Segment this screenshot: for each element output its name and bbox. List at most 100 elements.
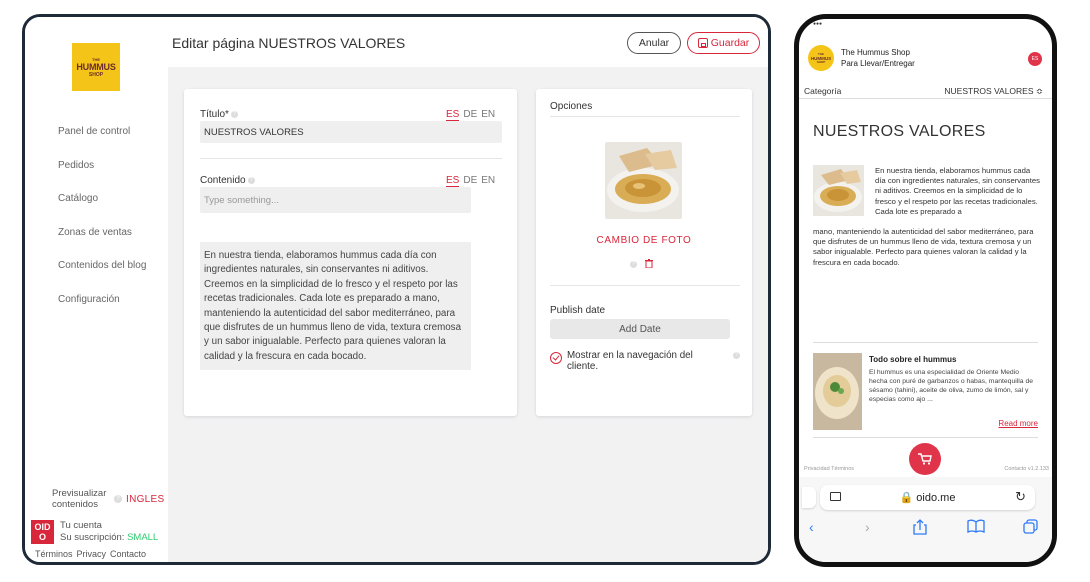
logo-text: HUMMUS [76, 61, 116, 72]
options-card: Opciones CAMBIO DE FOTO ? Publish date A… [536, 89, 752, 416]
divider [813, 342, 1038, 343]
preview-content-row: Previsualizar contenidos ? INGLES [25, 486, 168, 512]
url-text[interactable]: 🔒 oido.me [820, 491, 1035, 504]
topbar: Editar página NUESTROS VALORES Anular Gu… [168, 17, 768, 67]
title-label-text: Título* [200, 109, 229, 120]
page-title: Editar página NUESTROS VALORES [172, 35, 406, 51]
lang-tab-en[interactable]: EN [481, 175, 495, 187]
save-button[interactable]: Guardar [687, 32, 760, 54]
blog-excerpt: El hummus es una especialidad de Oriente… [869, 369, 1033, 403]
category-select[interactable]: NUESTROS VALORES ≎ [944, 86, 1043, 97]
cart-icon [918, 453, 932, 465]
divider [200, 158, 502, 159]
browser-chrome: 🔒 oido.me ↻ ‹ › [799, 477, 1052, 565]
contact-link[interactable]: Contacto [110, 549, 146, 559]
shop-logo[interactable]: THE HUMMUS SHOP [808, 45, 834, 71]
content-field-label: Contenido? [200, 175, 255, 186]
content-body[interactable]: En nuestra tienda, elaboramos hummus cad… [200, 242, 471, 370]
help-icon[interactable]: ? [733, 352, 740, 359]
trash-icon[interactable] [645, 259, 653, 270]
shop-header: THE HUMMUS SHOP The Hummus Shop Para Lle… [799, 42, 1052, 76]
sidebar-item-dashboard[interactable]: Panel de control [58, 125, 146, 159]
preview-language-select[interactable]: INGLES [126, 494, 164, 505]
sidebar-item-blog[interactable]: Contenidos del blog [58, 259, 146, 293]
forward-icon[interactable]: › [865, 519, 870, 535]
logo-text: SHOP [816, 59, 826, 64]
preview-text-bottom: mano, manteniendo la autenticidad del sa… [813, 227, 1034, 267]
divider [550, 285, 740, 286]
privacy-link[interactable]: Privacy [77, 549, 107, 559]
shop-logo[interactable]: THE HUMMUS SHOP [72, 43, 120, 91]
terms-link[interactable]: Términos [35, 549, 73, 559]
show-in-nav-toggle[interactable]: Mostrar en la navegación del cliente. ? [550, 350, 740, 372]
sidebar-item-catalog[interactable]: Catálogo [58, 192, 146, 226]
content-editor-toolbar[interactable]: Type something... [200, 187, 471, 213]
sidebar-item-orders[interactable]: Pedidos [58, 159, 146, 193]
preview-text-top: En nuestra tienda, elaboramos hummus cad… [875, 166, 1040, 216]
sidebar-item-settings[interactable]: Configuración [58, 293, 146, 327]
cart-button[interactable] [909, 443, 941, 475]
hummus-photo [813, 165, 864, 216]
subscription-plan[interactable]: SMALL [127, 532, 158, 543]
shop-subtitle: Para Llevar/Entregar [841, 59, 915, 68]
cancel-button[interactable]: Anular [627, 32, 681, 54]
footer-right-links[interactable]: Contacto v1.2.133 [1004, 466, 1049, 472]
photo-actions: ? [628, 259, 653, 270]
account-text: Tu cuenta Su suscripción: SMALL [60, 520, 158, 543]
subscription-label: Su suscripción: [60, 531, 125, 543]
sidebar-footer: Previsualizar contenidos ? INGLES OID O T… [25, 486, 168, 562]
save-icon [697, 38, 708, 48]
help-icon[interactable]: ? [230, 110, 238, 118]
help-icon[interactable]: ? [247, 176, 255, 184]
content-label-text: Contenido [200, 175, 246, 186]
shop-name: The Hummus Shop Para Llevar/Entregar [841, 47, 915, 69]
preview-page-title: NUESTROS VALORES [813, 123, 986, 140]
category-label: Categoría [804, 86, 842, 96]
blog-photo[interactable] [813, 353, 862, 430]
help-icon[interactable]: ? [630, 261, 637, 268]
main-panel: Editar página NUESTROS VALORES Anular Gu… [168, 17, 768, 562]
blog-title[interactable]: Todo sobre el hummus [869, 355, 956, 364]
category-bar[interactable]: Categoría NUESTROS VALORES ≎ [799, 83, 1052, 99]
content-area: Título*? ES DE EN NUESTROS VALORES Conte… [168, 67, 768, 562]
logo-text: SHOP [88, 71, 104, 78]
lang-tab-de[interactable]: DE [463, 175, 477, 187]
language-badge[interactable]: ES [1028, 52, 1042, 66]
change-photo-button[interactable]: CAMBIO DE FOTO [536, 235, 752, 246]
tabs-icon[interactable] [1023, 519, 1038, 537]
title-input[interactable]: NUESTROS VALORES [200, 121, 502, 143]
bookmarks-icon[interactable] [967, 519, 985, 536]
account-link[interactable]: Tu cuenta [60, 520, 158, 532]
preview-label: Previsualizar contenidos [52, 488, 107, 510]
back-icon[interactable]: ‹ [809, 519, 814, 535]
check-circle-icon[interactable] [550, 352, 562, 364]
add-date-button[interactable]: Add Date [550, 319, 730, 339]
title-field-label: Título*? [200, 109, 238, 120]
lang-tab-de[interactable]: DE [463, 109, 477, 121]
home-indicator [878, 562, 974, 565]
shop-title: The Hummus Shop [841, 48, 910, 57]
publish-date-label: Publish date [550, 305, 606, 316]
lang-tab-es[interactable]: ES [446, 109, 460, 121]
address-bar[interactable]: 🔒 oido.me ↻ [802, 485, 1035, 510]
sidebar-nav: Panel de control Pedidos Catálogo Zonas … [58, 125, 146, 326]
show-in-nav-label: Mostrar en la navegación del cliente. [567, 350, 693, 372]
hummus-photo[interactable] [605, 142, 682, 219]
footer-left-links[interactable]: Privacidad Términos [804, 466, 854, 472]
browser-toolbar: ‹ › [799, 519, 1052, 539]
content-lang-tabs: ES DE EN [446, 175, 495, 187]
previous-tab-edge[interactable] [802, 487, 816, 508]
tablet-frame: THE HUMMUS SHOP Panel de control Pedidos… [22, 14, 771, 565]
help-icon[interactable]: ? [114, 495, 122, 503]
save-label: Guardar [710, 37, 750, 49]
lang-tab-es[interactable]: ES [446, 175, 460, 187]
share-icon[interactable] [913, 519, 927, 538]
oido-logo: OID O [31, 519, 54, 544]
lang-tab-en[interactable]: EN [481, 109, 495, 121]
reload-icon[interactable]: ↻ [1015, 489, 1026, 505]
footer-links: Términos Privacy Contacto [25, 546, 168, 562]
sidebar-item-sales-zones[interactable]: Zonas de ventas [58, 226, 146, 260]
read-more-link[interactable]: Read more [998, 419, 1038, 428]
sidebar: THE HUMMUS SHOP Panel de control Pedidos… [25, 17, 168, 562]
account-row[interactable]: OID O Tu cuenta Su suscripción: SMALL [25, 518, 168, 545]
